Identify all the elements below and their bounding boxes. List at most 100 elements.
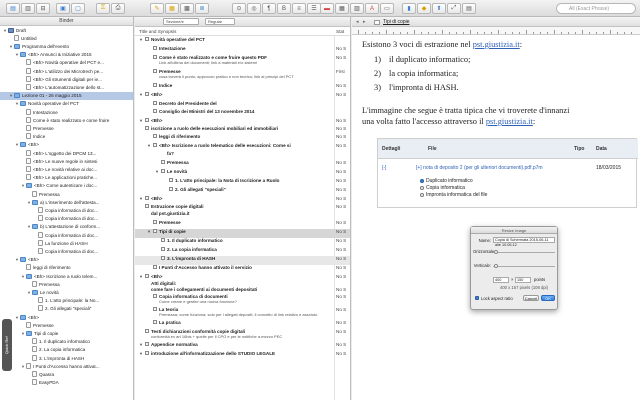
vertical-slider[interactable] bbox=[493, 266, 555, 267]
disclosure-triangle-icon[interactable]: ▼ bbox=[147, 143, 152, 148]
collections-button[interactable]: ▥ bbox=[21, 3, 35, 14]
binder-item[interactable]: ▼ I Punti d'Accesso hanno attivat... bbox=[0, 362, 133, 371]
outline-row-status[interactable]: No S bbox=[336, 204, 346, 209]
binder-item[interactable]: Premesse bbox=[0, 321, 133, 330]
width-field[interactable]: 400 bbox=[493, 277, 509, 283]
footnote-button[interactable]: ▭ bbox=[380, 3, 394, 14]
outline-row-status[interactable]: No S bbox=[336, 143, 346, 148]
ok-button[interactable]: OK bbox=[541, 295, 555, 301]
share-button[interactable]: ⬆ bbox=[432, 3, 446, 14]
outline-row-status[interactable]: No S bbox=[336, 238, 346, 243]
binder-item[interactable]: Quasra bbox=[0, 370, 133, 379]
binder-item[interactable]: ▼ Tipi di copie bbox=[0, 330, 133, 338]
history-back-icon[interactable]: ◂ bbox=[356, 17, 359, 27]
vertical-slider-knob[interactable] bbox=[494, 264, 499, 268]
binder-item[interactable]: ▼ b) L'attestazione di conform... bbox=[0, 223, 133, 231]
title-synopsis-column[interactable]: Title and Synopsis bbox=[139, 27, 176, 36]
disclosure-triangle-icon[interactable]: ▼ bbox=[147, 229, 152, 234]
statistics-button[interactable]: ▮ bbox=[402, 3, 416, 14]
binder-item[interactable]: Premessa bbox=[0, 280, 133, 289]
disclosure-triangle-icon[interactable]: ▼ bbox=[139, 92, 144, 97]
style-select[interactable]: Sezione/e bbox=[163, 18, 199, 25]
weight-select[interactable]: Regular bbox=[205, 18, 235, 25]
list-button[interactable]: ☰ bbox=[307, 3, 321, 14]
lock-aspect-checkbox[interactable] bbox=[475, 296, 479, 300]
targets-button[interactable]: ◆ bbox=[417, 3, 431, 14]
binder-item[interactable]: ▼ Novità operative del PCT bbox=[0, 100, 133, 108]
document-text[interactable]: Esistono 3 voci di estrazione nel pst.gi… bbox=[352, 36, 640, 400]
outline-row[interactable]: ▼ Appendice normativa No S bbox=[135, 342, 350, 351]
binder-item[interactable]: ▼ Lezione 01 - 26 maggio 2015 bbox=[0, 92, 133, 101]
font-color-button[interactable]: A bbox=[365, 3, 379, 14]
outline-row[interactable]: Premessa No S bbox=[135, 160, 350, 169]
scrivenings-button[interactable]: ▦ bbox=[165, 3, 179, 14]
binder-item[interactable]: Untitled bbox=[0, 34, 133, 43]
outline-row-status[interactable]: No S bbox=[336, 307, 346, 312]
outline-row[interactable]: ▼ <Bh> No S bbox=[135, 274, 350, 281]
quickref-button[interactable]: ▤ bbox=[462, 3, 476, 14]
outline-row[interactable]: 1. Il duplicato informatico No S bbox=[135, 238, 350, 247]
outline-row[interactable]: 2. Gli allegati "speciali" No S bbox=[135, 187, 350, 196]
outline-row[interactable]: 1. L'atto principale: la Nota di Iscrizi… bbox=[135, 178, 350, 187]
outline-row-status[interactable]: No S bbox=[336, 134, 346, 139]
outliner-button[interactable]: ≣ bbox=[195, 3, 209, 14]
paragraph-button[interactable]: ¶ bbox=[262, 3, 276, 14]
search-input[interactable]: All (Exact Phrase) bbox=[556, 3, 636, 14]
outline-row[interactable]: leggi di riferimento No S bbox=[135, 134, 350, 143]
binder-item[interactable]: ▼ Programma dell'evento bbox=[0, 43, 133, 51]
outline-row[interactable]: Copia informatica di documenti Come crear… bbox=[135, 294, 350, 307]
outline-row-status[interactable]: No S bbox=[336, 126, 346, 131]
binder-item[interactable]: <Bh> L'automatizzazione dello st... bbox=[0, 83, 133, 92]
outline-row[interactable]: iscrizione a ruolo delle esecuzioni mobi… bbox=[135, 126, 350, 134]
outline-row-status[interactable]: No S bbox=[336, 229, 346, 234]
outline-row[interactable]: fa? bbox=[135, 151, 350, 160]
pst-link[interactable]: pst.giustizia.it bbox=[473, 40, 520, 49]
binder-item[interactable]: ▼ <Bh> Come autenticare i doc... bbox=[0, 182, 133, 190]
binder-item[interactable]: Come è stato realizzato e come fruire bbox=[0, 116, 133, 125]
outline-row[interactable]: Decreto del Presidente del bbox=[135, 101, 350, 109]
outline-row[interactable]: La teoria Premessa; come funziona; solo p… bbox=[135, 307, 350, 320]
binder-item[interactable]: <Bh> Le nuove regole in sintesi bbox=[0, 157, 133, 166]
highlight-button[interactable]: ▬ bbox=[320, 3, 334, 14]
binder-item[interactable]: <Bh> L'oggetto dei DPCM 13... bbox=[0, 149, 133, 158]
outline-row-status[interactable]: Firsi bbox=[336, 69, 345, 74]
binder-item[interactable]: La funzione di HASH bbox=[0, 239, 133, 248]
disclosure-triangle-icon[interactable]: ▼ bbox=[139, 37, 144, 42]
disclosure-triangle-icon[interactable]: ▼ bbox=[155, 169, 160, 174]
binder-item[interactable]: <Bh> L'utilizzo dei Microtrech pe... bbox=[0, 67, 133, 76]
binder-item[interactable]: ▼ a) L'inserimento dell'attesta... bbox=[0, 199, 133, 207]
outline-row-status[interactable]: No S bbox=[336, 178, 346, 183]
binder-item[interactable]: ▼ <Bh> Iscrizione a ruolo telem... bbox=[0, 273, 133, 281]
disclosure-triangle-icon[interactable]: ▼ bbox=[139, 274, 144, 279]
outline-row-status[interactable]: No S bbox=[336, 160, 346, 165]
outline-row[interactable]: La pratica No S bbox=[135, 320, 350, 329]
outline-row-status[interactable]: No S bbox=[336, 83, 346, 88]
outline-row-status[interactable]: No S bbox=[336, 247, 346, 252]
binder-item[interactable]: <Bh> Novità operative del PCT e... bbox=[0, 59, 133, 67]
pst-link-2[interactable]: pst.giustizia.it bbox=[486, 117, 533, 126]
binder-toggle-button[interactable]: ▤ bbox=[6, 3, 20, 14]
binder-item[interactable]: Copia informatica di doc... bbox=[0, 247, 133, 256]
ruler[interactable] bbox=[352, 27, 640, 35]
outline-row[interactable]: Testi dichiarazioni conformità copie dig… bbox=[135, 329, 350, 342]
horizontal-slider-knob[interactable] bbox=[494, 250, 499, 254]
binder-item[interactable]: 2. Gli allegati "speciali" bbox=[0, 305, 133, 313]
binder-item[interactable]: ▼ Le novità bbox=[0, 289, 133, 297]
lock-button[interactable]: ⊙ bbox=[232, 3, 246, 14]
binder-item[interactable]: <Bh> Le applicazioni pratiche... bbox=[0, 174, 133, 182]
align-button[interactable]: ≡ bbox=[292, 3, 306, 14]
binder-item[interactable]: 3. L'impronta di HASH bbox=[0, 354, 133, 363]
outline-row-status[interactable]: No S bbox=[336, 287, 346, 292]
corkboard-button[interactable]: ▩ bbox=[180, 3, 194, 14]
history-forward-icon[interactable]: ▸ bbox=[363, 17, 366, 27]
outline-row-status[interactable]: No S bbox=[336, 294, 346, 299]
outline-row[interactable]: dal pst.giustizia.it bbox=[135, 211, 350, 220]
outline-row[interactable]: Intestazione No S bbox=[135, 46, 350, 55]
quick-ref-tab[interactable]: Quick Ref bbox=[2, 319, 12, 371]
outline-row-status[interactable]: No S bbox=[336, 265, 346, 270]
disclosure-triangle-icon[interactable]: ▼ bbox=[139, 342, 144, 347]
binder-item[interactable]: <Bh> Gli strumenti digitali per ie... bbox=[0, 75, 133, 84]
compile-button[interactable]: ⎙ bbox=[111, 3, 125, 14]
binder-item[interactable]: ▼ <Bh> bbox=[0, 141, 133, 149]
outline-row-status[interactable]: No S bbox=[336, 169, 346, 174]
